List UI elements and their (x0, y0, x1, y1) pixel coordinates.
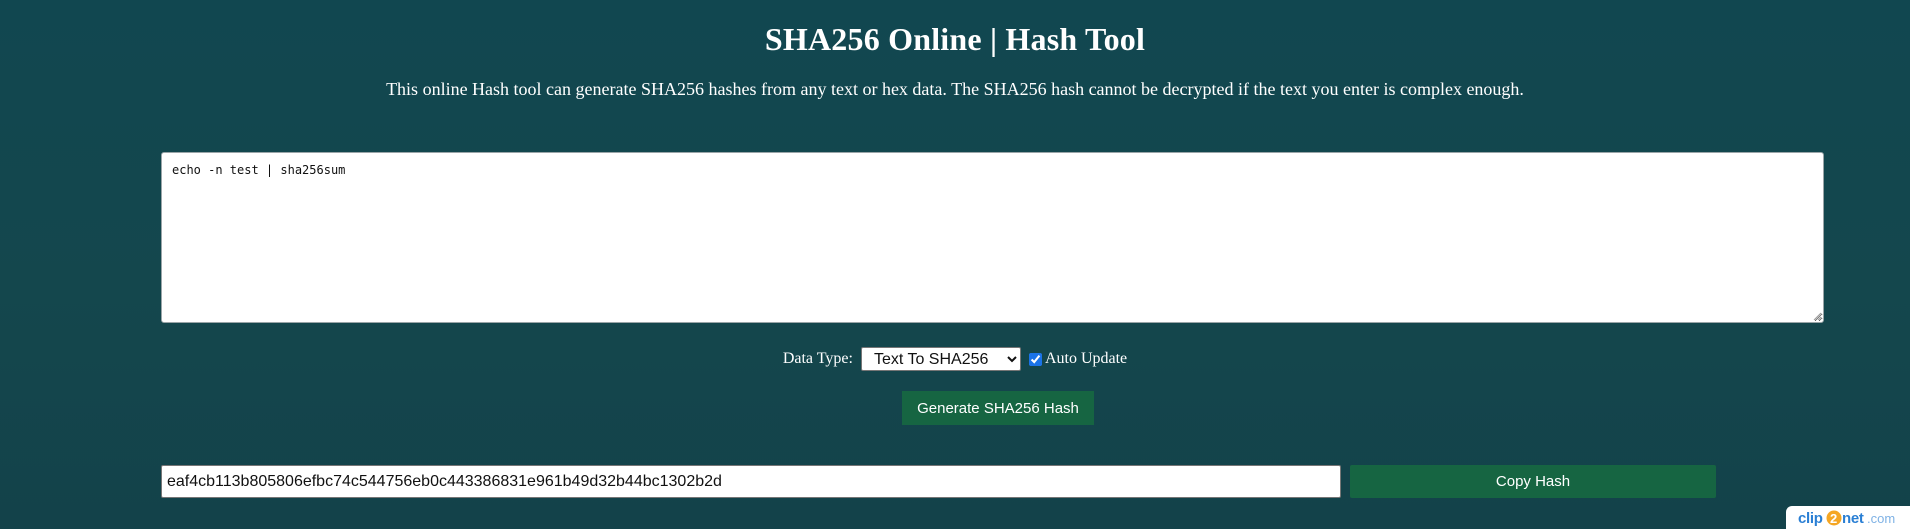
auto-update-checkbox[interactable] (1028, 352, 1042, 366)
data-type-select[interactable]: Text To SHA256 (860, 347, 1021, 371)
svg-text:.com: .com (1867, 511, 1895, 526)
svg-text:2: 2 (1830, 511, 1837, 526)
hash-options-row: Data Type: Text To SHA256 Auto Update (0, 347, 1910, 371)
clip2net-logo: clip 2 net .com (1798, 510, 1895, 527)
clip2net-watermark: clip 2 net .com (1786, 506, 1910, 529)
resize-grip-icon[interactable] (1812, 311, 1822, 321)
page-title: SHA256 Online | Hash Tool (764, 21, 1146, 57)
svg-text:net: net (1842, 510, 1864, 527)
hash-output-field[interactable] (161, 465, 1341, 498)
svg-text:clip: clip (1798, 510, 1823, 527)
copy-hash-button[interactable]: Copy Hash (1350, 465, 1716, 498)
page-description: This online Hash tool can generate SHA25… (386, 79, 1524, 99)
generate-hash-button[interactable]: Generate SHA256 Hash (902, 391, 1094, 425)
text-input-area[interactable]: echo -n test | sha256sum (161, 152, 1824, 323)
data-type-label: Data Type: (782, 350, 853, 367)
auto-update-label: Auto Update (1044, 350, 1128, 367)
